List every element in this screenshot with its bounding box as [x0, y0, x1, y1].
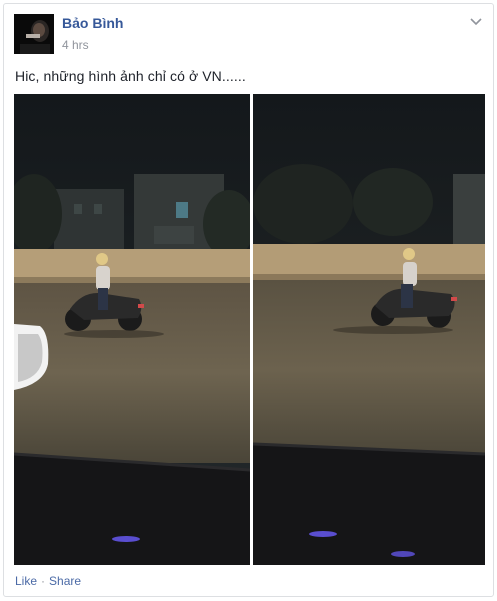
chevron-down-icon[interactable] [469, 15, 483, 29]
author-name[interactable]: Bảo Bình [62, 15, 123, 31]
post-actions: Like · Share [15, 574, 81, 588]
post-card: Bảo Bình 4 hrs Hic, những hình ảnh chỉ c… [3, 3, 494, 597]
photo-grid [14, 94, 485, 565]
like-link[interactable]: Like [15, 574, 37, 588]
post-message: Hic, những hình ảnh chỉ có ở VN...... [15, 68, 246, 84]
avatar[interactable] [14, 14, 54, 54]
avatar-image [14, 14, 54, 54]
post-timestamp[interactable]: 4 hrs [62, 38, 89, 52]
photo-2[interactable] [253, 94, 485, 565]
photo-1[interactable] [14, 94, 250, 565]
share-link[interactable]: Share [49, 574, 81, 588]
action-separator: · [41, 574, 46, 588]
